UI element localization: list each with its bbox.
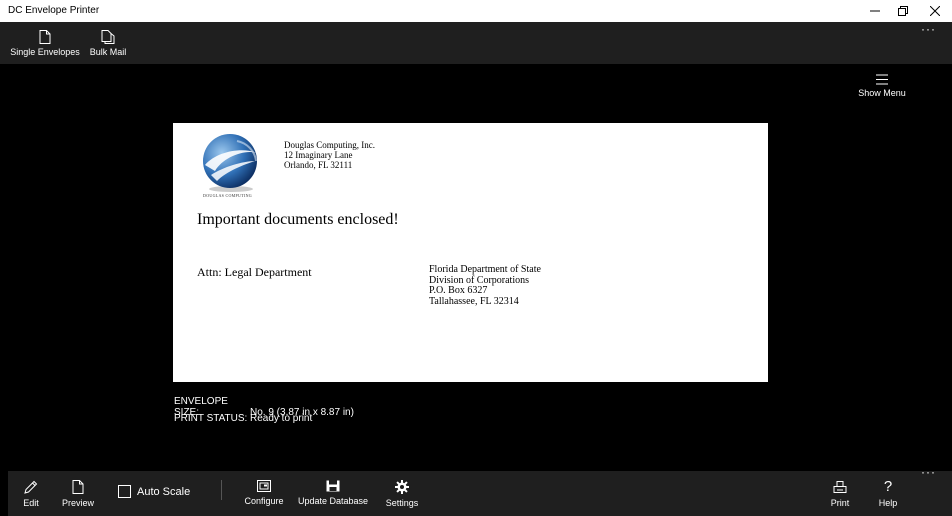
more-options-icon[interactable]: ··· bbox=[921, 22, 936, 36]
single-envelopes-button[interactable]: Single Envelopes bbox=[10, 22, 80, 64]
show-menu-label: Show Menu bbox=[858, 88, 906, 98]
close-button[interactable] bbox=[918, 0, 952, 22]
bottom-command-bar: Edit Preview Auto Scale Configure Update… bbox=[8, 465, 952, 516]
checkbox-icon bbox=[118, 485, 131, 498]
recipient-address-line: Florida Department of State bbox=[429, 264, 541, 275]
documents-icon bbox=[101, 30, 115, 44]
update-database-button[interactable]: Update Database bbox=[297, 471, 369, 516]
divider bbox=[221, 480, 222, 500]
hamburger-icon bbox=[876, 74, 888, 85]
print-button[interactable]: Print bbox=[828, 471, 852, 516]
preview-button[interactable]: Preview bbox=[62, 471, 94, 516]
title-bar: DC Envelope Printer bbox=[0, 0, 952, 22]
more-options-icon[interactable]: ··· bbox=[921, 465, 936, 479]
edit-button[interactable]: Edit bbox=[18, 471, 44, 516]
minimize-icon bbox=[870, 10, 880, 12]
bulk-mail-button[interactable]: Bulk Mail bbox=[88, 22, 128, 64]
auto-scale-checkbox[interactable]: Auto Scale bbox=[118, 485, 190, 498]
logo-text: DOUGLAS COMPUTING bbox=[203, 193, 252, 198]
company-logo: DOUGLAS COMPUTING bbox=[197, 131, 263, 203]
document-icon bbox=[39, 30, 51, 44]
auto-scale-label: Auto Scale bbox=[137, 485, 191, 498]
settings-button[interactable]: Settings bbox=[386, 471, 418, 516]
print-status-value: Ready to print bbox=[250, 413, 313, 424]
pencil-icon bbox=[24, 480, 38, 494]
configure-button[interactable]: Configure bbox=[244, 471, 284, 516]
bulk-mail-label: Bulk Mail bbox=[89, 47, 127, 57]
globe-logo-icon bbox=[203, 134, 257, 192]
settings-label: Settings bbox=[385, 498, 419, 508]
return-address-line: Orlando, FL 32111 bbox=[284, 159, 353, 170]
document-preview-icon bbox=[72, 480, 84, 494]
envelope-note: Important documents enclosed! bbox=[197, 211, 399, 228]
restore-button[interactable] bbox=[886, 0, 920, 22]
help-label: Help bbox=[878, 498, 898, 508]
top-app-bar: Single Envelopes Bulk Mail ··· bbox=[0, 22, 952, 64]
update-database-label: Update Database bbox=[297, 496, 369, 506]
restore-icon bbox=[898, 6, 908, 16]
show-menu-button[interactable]: Show Menu bbox=[852, 74, 912, 98]
attention-line: Attn: Legal Department bbox=[197, 265, 312, 279]
envelope-preview: DOUGLAS COMPUTING Douglas Computing, Inc… bbox=[173, 123, 768, 382]
database-icon bbox=[326, 480, 340, 492]
configure-label: Configure bbox=[244, 496, 284, 506]
window-title: DC Envelope Printer bbox=[8, 5, 100, 16]
edit-label: Edit bbox=[23, 498, 39, 508]
print-status-row: PRINT STATUS: Ready to print bbox=[174, 413, 312, 424]
single-envelopes-label: Single Envelopes bbox=[10, 47, 80, 57]
recipient-address: Florida Department of State Division of … bbox=[429, 264, 541, 307]
question-mark-icon: ? bbox=[883, 478, 893, 495]
print-label: Print bbox=[830, 498, 850, 508]
printer-icon bbox=[833, 481, 847, 493]
help-button[interactable]: ? Help bbox=[876, 471, 900, 516]
close-icon bbox=[930, 6, 940, 16]
recipient-address-line: Tallahassee, FL 32314 bbox=[429, 295, 519, 307]
print-status-label: PRINT STATUS: bbox=[174, 413, 248, 424]
configure-icon bbox=[257, 480, 271, 492]
return-address: Douglas Computing, Inc. 12 Imaginary Lan… bbox=[284, 140, 375, 170]
preview-label: Preview bbox=[62, 498, 95, 508]
gear-icon bbox=[395, 480, 409, 494]
